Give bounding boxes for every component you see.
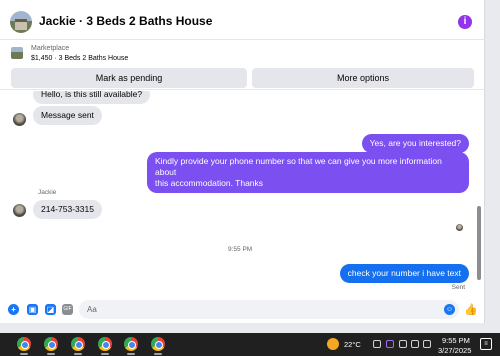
listing-price-title[interactable]: $1,450 · 3 Beds 2 Baths House bbox=[31, 55, 128, 62]
conversation-avatar[interactable] bbox=[10, 11, 32, 33]
chat-header: Jackie · 3 Beds 2 Baths House i bbox=[0, 0, 485, 40]
sender-avatar[interactable] bbox=[13, 113, 26, 126]
active-indicator bbox=[74, 353, 82, 355]
notification-icon[interactable]: ≡ bbox=[480, 338, 492, 350]
outgoing-message-question: Yes, are you interested? bbox=[361, 134, 469, 153]
clock-time[interactable]: 9:55 PM bbox=[442, 336, 470, 345]
marketplace-label: Marketplace bbox=[31, 45, 70, 52]
chrome-icon[interactable] bbox=[151, 337, 165, 351]
photo-icon[interactable]: ▣ bbox=[27, 304, 38, 315]
message-bubble-partial: Hello, is this still available? bbox=[33, 91, 151, 104]
chrome-icon[interactable] bbox=[124, 337, 138, 351]
windows-taskbar: 22°C 9:55 PM 3/27/2025 ≡ bbox=[0, 333, 500, 356]
active-indicator bbox=[47, 353, 55, 355]
outgoing-message-request: Kindly provide your phone number so that… bbox=[147, 152, 469, 193]
weather-icon[interactable] bbox=[327, 338, 339, 350]
chat-window: Jackie · 3 Beds 2 Baths House i Marketpl… bbox=[0, 0, 485, 323]
sender-avatar[interactable] bbox=[13, 204, 26, 217]
marketplace-listing: Marketplace $1,450 · 3 Beds 2 Baths Hous… bbox=[0, 40, 485, 90]
clock-date[interactable]: 3/27/2025 bbox=[438, 346, 471, 355]
active-indicator bbox=[101, 353, 109, 355]
active-indicator bbox=[154, 353, 162, 355]
more-options-button[interactable]: More options bbox=[252, 68, 474, 88]
message-status: Sent bbox=[451, 284, 465, 291]
request-line-2: this accommodation. Thanks bbox=[155, 178, 264, 188]
outgoing-message-reply: check your number i have text bbox=[339, 264, 469, 283]
message-bubble-sent: Message sent bbox=[33, 106, 102, 125]
request-line-1: Kindly provide your phone number so that… bbox=[155, 156, 442, 177]
pen-icon[interactable] bbox=[386, 340, 394, 348]
scrollbar[interactable] bbox=[477, 206, 481, 280]
chrome-icon[interactable] bbox=[98, 337, 112, 351]
emoji-icon[interactable]: ☺ bbox=[444, 304, 455, 315]
gif-icon[interactable]: GIF bbox=[62, 304, 73, 315]
conversation-title[interactable]: Jackie · 3 Beds 2 Baths House bbox=[39, 14, 212, 28]
wifi-icon[interactable] bbox=[411, 340, 419, 348]
mark-as-pending-button[interactable]: Mark as pending bbox=[11, 68, 247, 88]
plus-icon[interactable]: + bbox=[8, 304, 19, 315]
chrome-icon[interactable] bbox=[44, 337, 58, 351]
sticker-icon[interactable]: ◪ bbox=[45, 304, 56, 315]
chevron-up-icon[interactable] bbox=[373, 340, 381, 348]
sender-name: Jackie bbox=[38, 189, 57, 196]
message-input[interactable]: Aa bbox=[79, 300, 459, 319]
composer: + ▣ ◪ GIF Aa ☺ 👍 bbox=[0, 296, 485, 323]
message-bubble-phone: 214-753-3315 bbox=[33, 200, 102, 219]
message-timestamp: 9:55 PM bbox=[228, 246, 253, 253]
chrome-icon[interactable] bbox=[71, 337, 85, 351]
screen: Jackie · 3 Beds 2 Baths House i Marketpl… bbox=[0, 0, 500, 356]
message-list[interactable]: Hello, is this still available? Message … bbox=[0, 91, 485, 296]
volume-icon[interactable] bbox=[423, 340, 431, 348]
chrome-icon[interactable] bbox=[17, 337, 31, 351]
thumbs-up-icon[interactable]: 👍 bbox=[464, 303, 478, 316]
listing-thumbnail[interactable] bbox=[11, 47, 23, 59]
temperature[interactable]: 22°C bbox=[344, 340, 361, 349]
more-options-icon[interactable]: i bbox=[458, 15, 472, 29]
active-indicator bbox=[127, 353, 135, 355]
active-indicator bbox=[20, 353, 28, 355]
seen-avatar bbox=[456, 224, 463, 231]
battery-icon[interactable] bbox=[399, 340, 407, 348]
